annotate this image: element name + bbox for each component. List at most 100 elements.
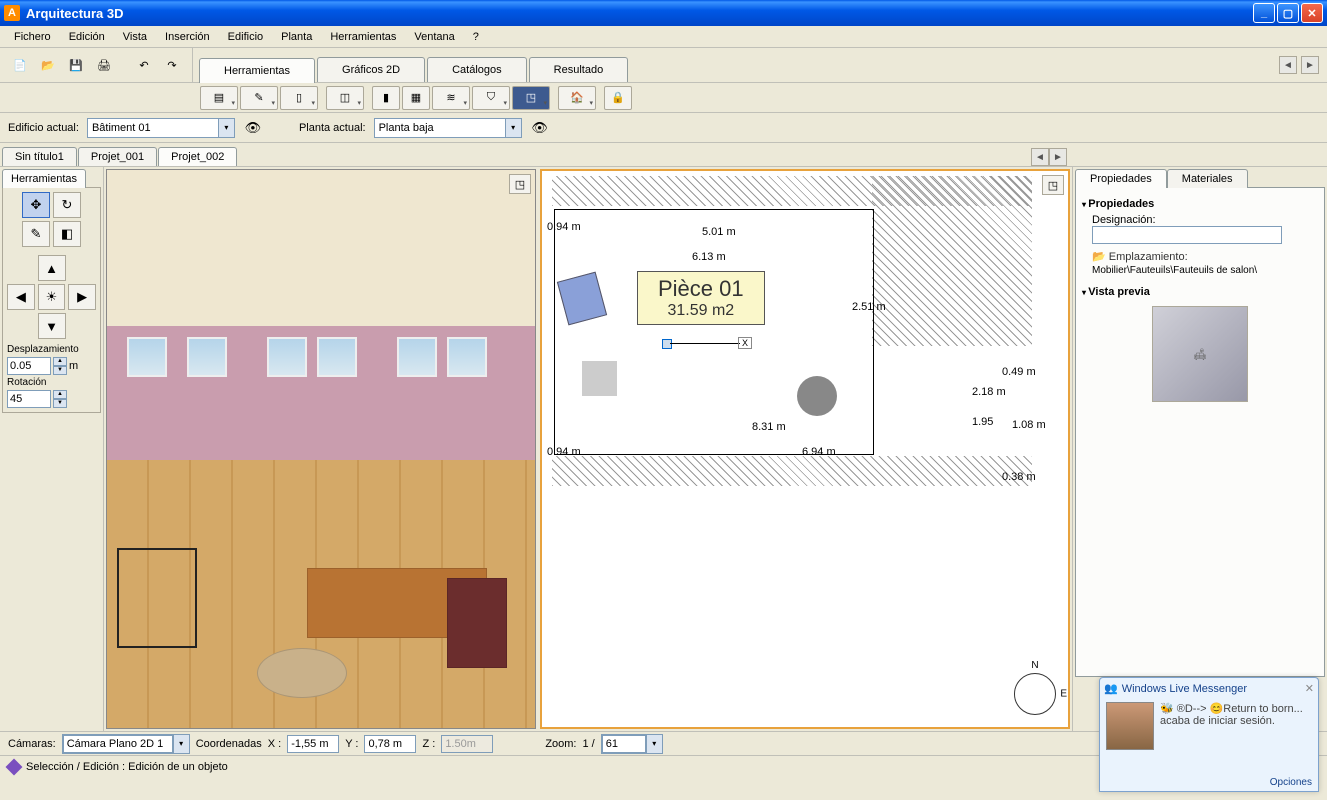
- menu-herramientas[interactable]: Herramientas: [322, 29, 404, 45]
- x-input[interactable]: [287, 735, 339, 753]
- zoom-input[interactable]: [602, 735, 646, 753]
- room-area: 31.59 m2: [658, 302, 744, 320]
- floor-input[interactable]: [375, 119, 505, 137]
- panel-tool[interactable]: ▦: [402, 86, 430, 110]
- disp-up[interactable]: ▲: [53, 357, 67, 366]
- scroll-left-button[interactable]: ◄: [1279, 56, 1297, 74]
- stairs-tool[interactable]: ≋: [432, 86, 470, 110]
- pencil-tool[interactable]: ✎: [240, 86, 278, 110]
- floor-eye-icon[interactable]: 👁: [530, 118, 550, 138]
- toast-options[interactable]: Opciones: [1270, 777, 1312, 788]
- menubar: Fichero Edición Vista Inserción Edificio…: [0, 26, 1327, 48]
- doc-scroll-left[interactable]: ◄: [1031, 148, 1049, 166]
- disp-input[interactable]: [7, 357, 51, 375]
- viewport2d-maximize[interactable]: ◳: [1042, 175, 1064, 195]
- input-designacion[interactable]: [1092, 226, 1282, 244]
- dim-11: 1.08 m: [1012, 419, 1046, 431]
- zoom-ratio: 1 /: [583, 738, 595, 750]
- nav-left[interactable]: ◀: [7, 284, 35, 310]
- nav-right[interactable]: ▶: [68, 284, 96, 310]
- window-tool[interactable]: ◫: [326, 86, 364, 110]
- y-input[interactable]: [364, 735, 416, 753]
- menu-ventana[interactable]: Ventana: [406, 29, 462, 45]
- dim-3: 6.13 m: [692, 251, 726, 263]
- tab-herramientas[interactable]: Herramientas: [199, 58, 315, 83]
- ribbon-tabs: Herramientas Gráficos 2D Catálogos Resul…: [193, 48, 1279, 82]
- tab-propiedades[interactable]: Propiedades: [1075, 169, 1167, 188]
- open-button[interactable]: 📂: [36, 53, 60, 77]
- menu-vista[interactable]: Vista: [115, 29, 155, 45]
- building-combo[interactable]: ▾: [87, 118, 235, 138]
- tab-materiales[interactable]: Materiales: [1167, 169, 1248, 188]
- menu-insercion[interactable]: Inserción: [157, 29, 218, 45]
- door-tool[interactable]: ▯: [280, 86, 318, 110]
- doc-tab-2[interactable]: Projet_002: [158, 147, 237, 166]
- move-tool[interactable]: ✥: [22, 192, 50, 218]
- rotate-tool[interactable]: ↻: [53, 192, 81, 218]
- lock-tool[interactable]: 🔒: [604, 86, 632, 110]
- wall-tool[interactable]: ▤: [200, 86, 238, 110]
- toast-close[interactable]: ✕: [1305, 682, 1314, 695]
- view3d-tool[interactable]: ◳: [512, 86, 550, 110]
- menu-planta[interactable]: Planta: [273, 29, 320, 45]
- dim-2: 5.01 m: [702, 226, 736, 238]
- zoom-dropdown[interactable]: ▾: [646, 735, 662, 753]
- menu-edicion[interactable]: Edición: [61, 29, 113, 45]
- building-dropdown[interactable]: ▾: [218, 119, 234, 137]
- tab-graficos2d[interactable]: Gráficos 2D: [317, 57, 425, 82]
- roof-tool[interactable]: ⛉: [472, 86, 510, 110]
- erase-tool[interactable]: ◧: [53, 221, 81, 247]
- messenger-toast[interactable]: 👥 Windows Live Messenger ✕ 🐝 ®D--> 😊Retu…: [1099, 677, 1319, 792]
- compass-icon: [1014, 673, 1056, 715]
- cube-icon: [6, 758, 23, 775]
- undo-button[interactable]: ↶: [132, 53, 156, 77]
- room-name: Pièce 01: [658, 276, 744, 302]
- dim-8: 2.18 m: [972, 386, 1006, 398]
- floor-dropdown[interactable]: ▾: [505, 119, 521, 137]
- viewport-2d[interactable]: Pièce 01 31.59 m2 X 0.94 m 5.01 m 6.13 m…: [540, 169, 1070, 729]
- floor-combo[interactable]: ▾: [374, 118, 522, 138]
- menu-fichero[interactable]: Fichero: [6, 29, 59, 45]
- selector-bar: Edificio actual: ▾ 👁 Planta actual: ▾ 👁: [0, 113, 1327, 143]
- app-icon: A: [4, 5, 20, 21]
- cam-input[interactable]: [63, 735, 173, 753]
- print-button[interactable]: 🖨: [92, 53, 116, 77]
- minimize-button[interactable]: _: [1253, 3, 1275, 23]
- building-input[interactable]: [88, 119, 218, 137]
- rot-down[interactable]: ▼: [53, 399, 67, 408]
- zoom-combo[interactable]: ▾: [601, 734, 663, 754]
- doc-tab-0[interactable]: Sin título1: [2, 147, 77, 166]
- column-tool[interactable]: ▮: [372, 86, 400, 110]
- nav-up[interactable]: ▲: [38, 255, 66, 281]
- nav-down[interactable]: ▼: [38, 313, 66, 339]
- menu-edificio[interactable]: Edificio: [220, 29, 271, 45]
- tab-catalogos[interactable]: Catálogos: [427, 57, 527, 82]
- rot-up[interactable]: ▲: [53, 390, 67, 399]
- nav-center[interactable]: ☀: [38, 284, 66, 310]
- menu-help[interactable]: ?: [465, 29, 487, 45]
- cam-combo[interactable]: ▾: [62, 734, 190, 754]
- preview-thumbnail: 🛋: [1152, 306, 1248, 402]
- save-button[interactable]: 💾: [64, 53, 88, 77]
- viewport-3d[interactable]: ◳: [106, 169, 536, 729]
- doc-tab-1[interactable]: Projet_001: [78, 147, 157, 166]
- doc-scroll-right[interactable]: ►: [1049, 148, 1067, 166]
- edit-tool[interactable]: ✎: [22, 221, 50, 247]
- tab-resultado[interactable]: Resultado: [529, 57, 629, 82]
- redo-button[interactable]: ↷: [160, 53, 184, 77]
- home-tool[interactable]: 🏠: [558, 86, 596, 110]
- dim-5: 8.31 m: [752, 421, 786, 433]
- maximize-button[interactable]: ▢: [1277, 3, 1299, 23]
- building-eye-icon[interactable]: 👁: [243, 118, 263, 138]
- heading-propiedades: Propiedades: [1082, 198, 1318, 210]
- close-button[interactable]: ✕: [1301, 3, 1323, 23]
- dim-4: 2.51 m: [852, 301, 886, 313]
- rot-input[interactable]: [7, 390, 51, 408]
- heading-vista-previa: Vista previa: [1082, 286, 1318, 298]
- disp-down[interactable]: ▼: [53, 366, 67, 375]
- viewport3d-maximize[interactable]: ◳: [509, 174, 531, 194]
- messenger-icon: 👥: [1104, 682, 1118, 695]
- new-button[interactable]: 📄: [8, 53, 32, 77]
- scroll-right-button[interactable]: ►: [1301, 56, 1319, 74]
- cam-dropdown[interactable]: ▾: [173, 735, 189, 753]
